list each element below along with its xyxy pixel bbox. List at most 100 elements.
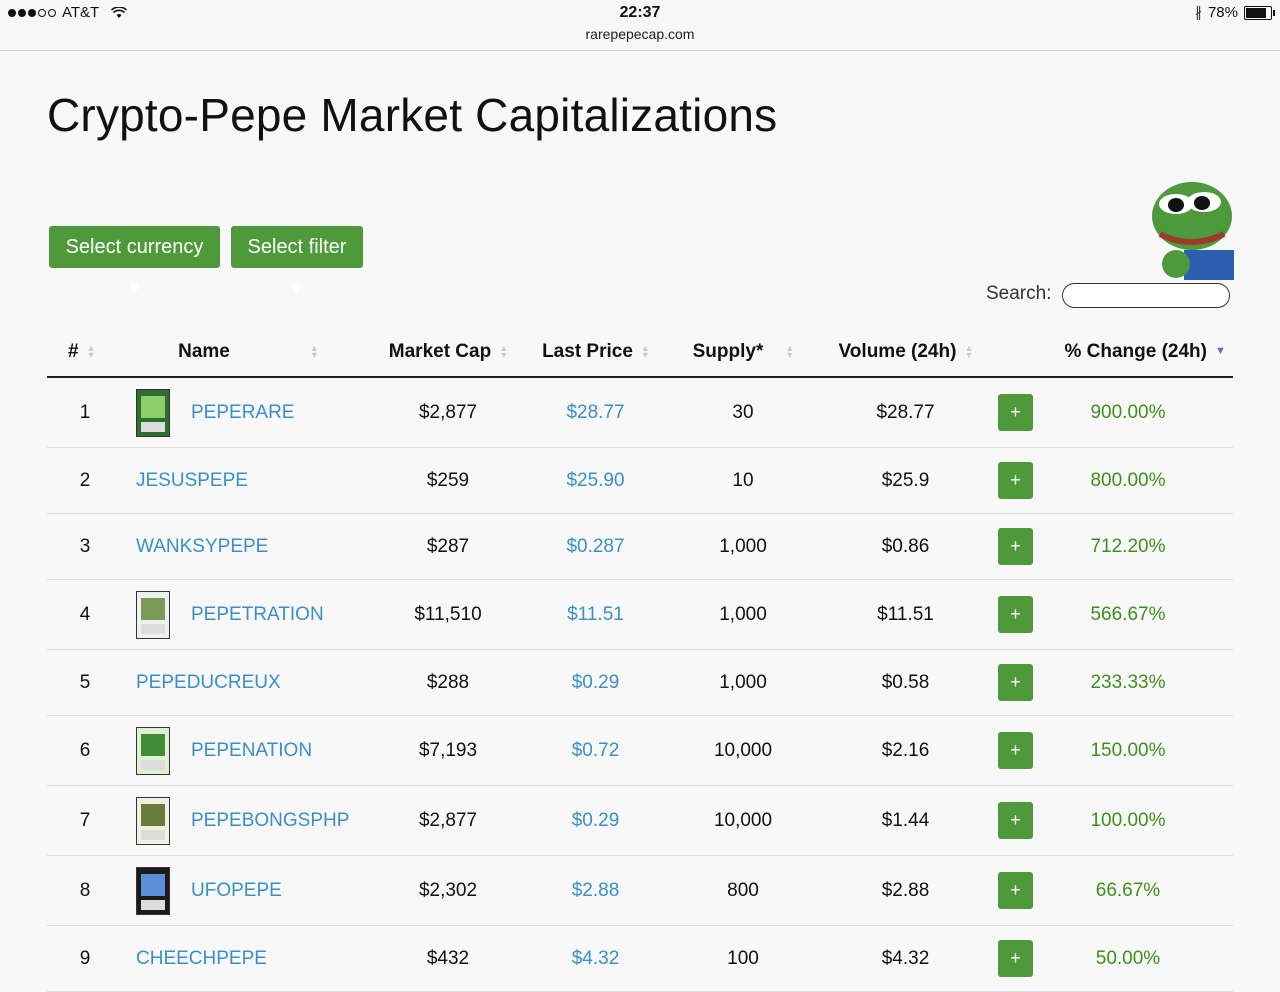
- change-cell: +900.00%: [993, 377, 1233, 448]
- table-row: 9 CHEECHPEPE $432 $4.32 100 $4.32 +50.00%: [47, 925, 1233, 992]
- card-thumbnail-image[interactable]: [136, 388, 170, 437]
- table-row: 8 UFOPEPE $2,302 $2.88 800 $2.88 +66.67%: [47, 855, 1233, 926]
- token-name-link[interactable]: WANKSYPEPE: [136, 536, 268, 558]
- expand-plus-button[interactable]: +: [998, 664, 1033, 701]
- battery-icon: [1244, 5, 1275, 20]
- search-input[interactable]: [1062, 283, 1230, 308]
- volume-cell: $2.88: [818, 855, 993, 926]
- change-cell: +800.00%: [993, 447, 1233, 514]
- last-price-link[interactable]: $2.88: [523, 855, 668, 926]
- sort-icon: ▲ ▼: [86, 342, 96, 360]
- last-price-link[interactable]: $28.77: [523, 377, 668, 448]
- table-row: 1 PEPERARE $2,877 $28.77 30 $28.77 +900.00%: [47, 377, 1233, 448]
- card-thumbnail-image[interactable]: [136, 726, 170, 775]
- status-bar: AT&T 22:37 rarepepecap.com ∦ 78%: [0, 0, 1280, 51]
- rank-cell: 7: [47, 785, 123, 856]
- card-thumbnail-image[interactable]: [136, 796, 170, 845]
- percent-change-value: 712.20%: [1090, 536, 1166, 557]
- market-cap-cell: $288: [373, 649, 523, 716]
- battery-percent: 78%: [1207, 4, 1238, 21]
- token-name-link[interactable]: PEPEBONGSPHP: [191, 810, 349, 832]
- sort-icon: ▲ ▼: [785, 342, 795, 360]
- market-cap-cell: $2,302: [373, 855, 523, 926]
- expand-plus-button[interactable]: +: [998, 394, 1033, 431]
- change-cell: +150.00%: [993, 715, 1233, 786]
- select-filter-button[interactable]: Select filter ▾: [231, 226, 363, 300]
- market-cap-cell: $7,193: [373, 715, 523, 786]
- header-market-cap[interactable]: Market Cap ▲ ▼: [373, 328, 523, 378]
- name-cell: JESUSPEPE: [123, 447, 373, 514]
- card-thumbnail-image[interactable]: [136, 590, 170, 639]
- name-cell: PEPERARE: [123, 377, 373, 448]
- last-price-link[interactable]: $0.287: [523, 513, 668, 580]
- table-row: 7 PEPEBONGSPHP $2,877 $0.29 10,000 $1.44 +100.…: [47, 785, 1233, 856]
- expand-plus-button[interactable]: +: [998, 802, 1033, 839]
- header-rank[interactable]: # ▲ ▼: [47, 328, 123, 378]
- rank-cell: 5: [47, 649, 123, 716]
- header-volume[interactable]: Volume (24h) ▲ ▼: [818, 328, 993, 378]
- header-supply[interactable]: Supply* ▲ ▼: [668, 328, 818, 378]
- expand-plus-button[interactable]: +: [998, 462, 1033, 499]
- sort-icon: ▲ ▼: [499, 342, 509, 360]
- name-cell: PEPENATION: [123, 715, 373, 786]
- percent-change-value: 233.33%: [1090, 672, 1166, 693]
- header-last-price[interactable]: Last Price ▲ ▼: [523, 328, 668, 378]
- address-bar-url[interactable]: rarepepecap.com: [0, 26, 1280, 42]
- bluetooth-icon: ∦: [1194, 4, 1202, 20]
- sort-icon: ▲ ▼: [640, 342, 650, 360]
- percent-change-value: 66.67%: [1095, 880, 1161, 901]
- supply-cell: 10,000: [668, 785, 818, 856]
- select-currency-button[interactable]: Select currency ▾: [49, 226, 220, 300]
- change-cell: +50.00%: [993, 925, 1233, 992]
- token-name-link[interactable]: PEPERARE: [191, 402, 294, 424]
- percent-change-value: 100.00%: [1090, 810, 1166, 831]
- last-price-link[interactable]: $0.29: [523, 785, 668, 856]
- last-price-link[interactable]: $0.72: [523, 715, 668, 786]
- expand-plus-button[interactable]: +: [998, 940, 1033, 977]
- supply-cell: 1,000: [668, 649, 818, 716]
- rank-cell: 1: [47, 377, 123, 448]
- change-cell: +712.20%: [993, 513, 1233, 580]
- name-cell: UFOPEPE: [123, 855, 373, 926]
- card-thumbnail-image[interactable]: [136, 866, 170, 915]
- token-name-link[interactable]: JESUSPEPE: [136, 470, 248, 492]
- expand-plus-button[interactable]: +: [998, 732, 1033, 769]
- expand-plus-button[interactable]: +: [998, 872, 1033, 909]
- volume-cell: $0.86: [818, 513, 993, 580]
- last-price-link[interactable]: $4.32: [523, 925, 668, 992]
- volume-cell: $25.9: [818, 447, 993, 514]
- rank-cell: 3: [47, 513, 123, 580]
- sort-icon: ▲ ▼: [964, 342, 974, 360]
- market-cap-cell: $432: [373, 925, 523, 992]
- percent-change-value: 150.00%: [1090, 740, 1166, 761]
- name-cell: PEPEDUCREUX: [123, 649, 373, 716]
- header-name[interactable]: Name ▲ ▼: [123, 328, 373, 378]
- token-name-link[interactable]: PEPEDUCREUX: [136, 672, 281, 694]
- token-name-link[interactable]: UFOPEPE: [191, 880, 282, 902]
- volume-cell: $28.77: [818, 377, 993, 448]
- expand-plus-button[interactable]: +: [998, 528, 1033, 565]
- volume-cell: $0.58: [818, 649, 993, 716]
- token-name-link[interactable]: PEPETRATION: [191, 604, 324, 626]
- market-cap-cell: $287: [373, 513, 523, 580]
- clock: 22:37: [619, 4, 661, 21]
- supply-cell: 800: [668, 855, 818, 926]
- expand-plus-button[interactable]: +: [998, 596, 1033, 633]
- table-header-row: # ▲ ▼ Name ▲ ▼ Market Cap ▲ ▼ Last Price ▲ ▼ Sup…: [47, 328, 1233, 378]
- table-row: 6 PEPENATION $7,193 $0.72 10,000 $2.16 +150.00…: [47, 715, 1233, 786]
- last-price-link[interactable]: $25.90: [523, 447, 668, 514]
- market-cap-cell: $259: [373, 447, 523, 514]
- token-name-link[interactable]: PEPENATION: [191, 740, 312, 762]
- rank-cell: 4: [47, 579, 123, 650]
- supply-cell: 1,000: [668, 513, 818, 580]
- rank-cell: 8: [47, 855, 123, 926]
- last-price-link[interactable]: $11.51: [523, 579, 668, 650]
- volume-cell: $2.16: [818, 715, 993, 786]
- header-percent-change[interactable]: % Change (24h) ▼: [993, 328, 1233, 378]
- pepe-frog-image: [1152, 182, 1234, 280]
- change-cell: +233.33%: [993, 649, 1233, 716]
- last-price-link[interactable]: $0.29: [523, 649, 668, 716]
- supply-cell: 1,000: [668, 579, 818, 650]
- volume-cell: $4.32: [818, 925, 993, 992]
- token-name-link[interactable]: CHEECHPEPE: [136, 948, 267, 970]
